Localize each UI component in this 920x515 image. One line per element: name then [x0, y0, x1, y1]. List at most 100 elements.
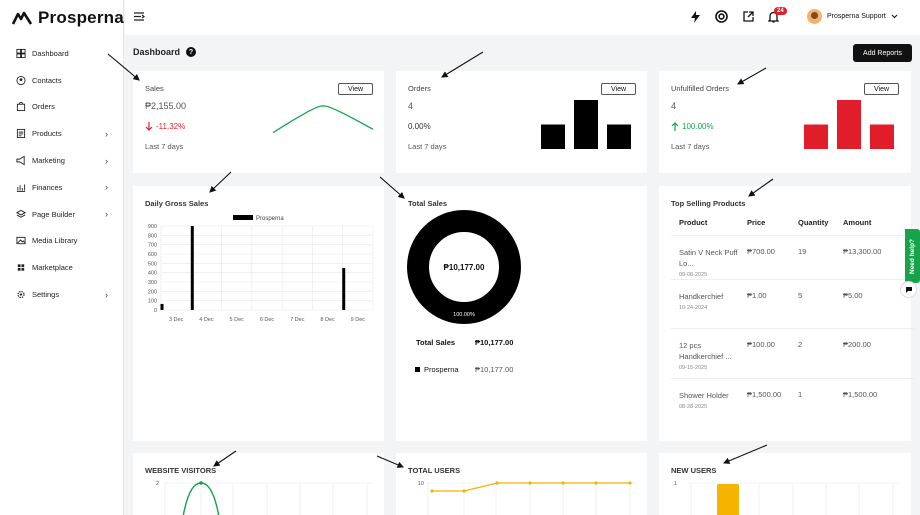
- total-sales-donut: ₱10,177.00 100.00%: [407, 210, 521, 324]
- x-tick-label: 7 Dec: [290, 317, 305, 323]
- y-tick-label: 500: [148, 261, 157, 267]
- sidebar-item-settings[interactable]: Settings ›: [0, 281, 124, 308]
- sidebar-item-label: Finances: [32, 182, 63, 192]
- sidebar-item-dashboard[interactable]: Dashboard: [0, 40, 124, 67]
- price-cell: ₱1,500.00: [747, 390, 782, 399]
- layers-icon: [16, 209, 26, 219]
- y-tick-label: 2: [156, 481, 159, 487]
- visitors-point: [199, 481, 203, 485]
- y-tick-label: 0: [154, 308, 157, 314]
- total-users-point: [462, 489, 466, 493]
- sidebar-item-marketplace[interactable]: Marketplace: [0, 254, 124, 281]
- orders-view-button[interactable]: View: [601, 83, 636, 95]
- chevron-right-icon: ›: [105, 182, 108, 193]
- need-help-tab[interactable]: Need help?: [905, 229, 920, 283]
- x-tick-label: 4 Dec: [199, 317, 214, 323]
- x-tick-label: 3 Dec: [169, 317, 184, 323]
- top-products-table: Product Price Quantity Amount Satin V Ne…: [671, 218, 915, 410]
- daily-gross-card: Daily Gross Sales Prosperna 0 100 200 300 400…: [133, 186, 384, 441]
- add-reports-button[interactable]: Add Reports: [853, 44, 912, 62]
- donut-center-value: ₱10,177.00: [444, 263, 485, 272]
- table-row[interactable]: Handkerchief 10-24-2024 ₱1.00 5 ₱5.00: [671, 279, 915, 317]
- orders-period: Last 7 days: [408, 142, 447, 151]
- chat-button[interactable]: [900, 281, 917, 298]
- table-row[interactable]: Shower Holder 08-28-2025 ₱1,500.00 1 ₱1,500.…: [671, 378, 915, 418]
- bar-1: [541, 124, 565, 149]
- visitors-card: WEBSITE VISITORS 2: [133, 453, 384, 515]
- amount-cell: ₱200.00: [843, 340, 871, 349]
- unfulfilled-value: 4: [671, 101, 677, 111]
- sidebar-item-label: Dashboard: [32, 48, 69, 58]
- sales-card-title: Sales: [145, 84, 164, 93]
- product-date: 09-08-2025: [679, 272, 708, 278]
- sidebar-item-page-builder[interactable]: Page Builder ›: [0, 201, 124, 228]
- megaphone-icon: [16, 155, 26, 166]
- price-cell: ₱100.00: [747, 340, 775, 349]
- legend-swatch: [415, 367, 420, 372]
- table-row[interactable]: Satin V Neck Puff Lo... 09-08-2025 ₱700.00…: [671, 235, 915, 279]
- col-product: Product: [679, 218, 708, 227]
- page-title: Dashboard ?: [133, 47, 197, 57]
- sales-value: ₱2,155.00: [145, 101, 187, 111]
- product-name: Handkerchief: [679, 292, 724, 301]
- table-row[interactable]: 12 pcs Handkerchief ... 09-15-2025 ₱100.00…: [671, 328, 915, 378]
- chat-icon: [905, 286, 912, 293]
- sidebar-item-marketing[interactable]: Marketing ›: [0, 147, 124, 174]
- legend-swatch: [233, 215, 253, 220]
- sidebar-item-contacts[interactable]: Contacts: [0, 67, 124, 94]
- sidebar-item-media-library[interactable]: Media Library: [0, 228, 124, 255]
- external-link-icon[interactable]: [743, 11, 754, 22]
- sidebar-item-finances[interactable]: Finances ›: [0, 174, 124, 201]
- bar-2: [574, 100, 598, 149]
- col-quantity: Quantity: [798, 218, 829, 227]
- sidebar-item-label: Contacts: [32, 75, 62, 85]
- sidebar-item-label: Settings: [32, 290, 60, 300]
- total-users-point: [528, 481, 532, 485]
- sales-card: Sales View ₱2,155.00 -11.32% Last 7 days: [133, 71, 384, 173]
- topbar: 24 Prosperna Support: [125, 0, 920, 35]
- bar-2025-12-03: [160, 303, 164, 310]
- gear-icon: [16, 290, 26, 300]
- avatar: [807, 9, 822, 24]
- new-users-bar: [717, 484, 739, 515]
- total-sales-summary-value: ₱10,177.00: [475, 338, 514, 347]
- sidebar-item-orders[interactable]: Orders: [0, 94, 124, 121]
- donut-percent-label: 100.00%: [453, 312, 475, 318]
- sidebar: Prosperna Dashboard Contacts Orders Product…: [0, 0, 124, 515]
- price-cell: ₱700.00: [747, 247, 775, 256]
- bolt-icon[interactable]: [691, 11, 700, 23]
- bar-3: [607, 124, 631, 149]
- user-name: Prosperna Support: [827, 13, 886, 20]
- help-icon[interactable]: ?: [186, 47, 197, 57]
- total-users-chart: 10: [418, 481, 636, 515]
- sidebar-item-products[interactable]: Products ›: [0, 120, 124, 147]
- product-cell: Shower Holder 08-28-2025: [671, 390, 747, 418]
- product-date: 09-15-2025: [679, 365, 708, 371]
- x-tick-label: 5 Dec: [230, 317, 245, 323]
- menu-toggle-icon[interactable]: [134, 12, 145, 21]
- target-icon[interactable]: [715, 10, 728, 23]
- product-date: 08-28-2025: [679, 404, 708, 410]
- total-sales-summary-label: Total Sales: [416, 338, 456, 347]
- arrow-down-icon: [145, 122, 153, 131]
- bag-icon: [16, 102, 26, 112]
- y-tick-label: 10: [418, 481, 424, 487]
- sales-period: Last 7 days: [145, 142, 184, 151]
- total-users-title: TOTAL USERS: [408, 466, 461, 475]
- total-users-point: [430, 489, 434, 493]
- new-users-title: NEW USERS: [671, 466, 717, 475]
- sales-view-button[interactable]: View: [338, 83, 373, 95]
- products-icon: [16, 129, 26, 139]
- new-users-card: NEW USERS 1: [659, 453, 911, 515]
- unfulfilled-view-button[interactable]: View: [864, 83, 899, 95]
- brand-logo[interactable]: Prosperna: [12, 8, 124, 28]
- user-menu[interactable]: Prosperna Support: [807, 9, 898, 24]
- top-products-title: Top Selling Products: [671, 199, 746, 208]
- quantity-cell: 5: [798, 291, 803, 300]
- unfulfilled-card: Unfulfilled Orders View 4 100.00% Last 7…: [659, 71, 911, 173]
- bar-2025-12-04: [190, 226, 194, 310]
- y-tick-label: 1: [674, 481, 677, 487]
- daily-gross-chart: Prosperna 0 100 200 300 400 500 600 700 800 900 3 D…: [148, 215, 374, 323]
- total-sales-card: Total Sales ₱10,177.00 100.00% Total Sal…: [396, 186, 647, 441]
- unfulfilled-period: Last 7 days: [671, 142, 710, 151]
